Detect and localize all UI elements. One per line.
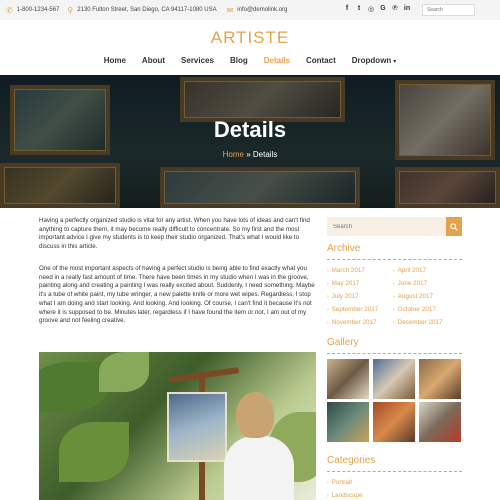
- nav-services[interactable]: Services: [173, 56, 222, 65]
- archive-link-label: December 2017: [397, 319, 443, 326]
- breadcrumb: Home » Details: [0, 150, 500, 159]
- article-paragraph: Having a perfectly organized studio is v…: [39, 217, 310, 251]
- sidebar-search-input[interactable]: [327, 217, 446, 236]
- categories-heading: Categories: [327, 455, 462, 472]
- nav-dropdown[interactable]: Dropdown ▾: [344, 56, 405, 65]
- gallery-thumb[interactable]: [419, 359, 461, 399]
- archive-link-label: September 2017: [331, 306, 379, 313]
- archive-link[interactable]: › November 2017: [327, 319, 376, 326]
- archive-link[interactable]: › April 2017: [393, 267, 426, 274]
- nav-about[interactable]: About: [134, 56, 173, 65]
- archive-link-label: August 2017: [397, 293, 434, 300]
- archive-link-label: October 2017: [397, 306, 436, 313]
- site-logo[interactable]: ARTISTE: [0, 28, 500, 48]
- gallery-thumb[interactable]: [327, 402, 369, 442]
- archive-link[interactable]: › October 2017: [393, 306, 436, 313]
- sidebar-search: [327, 217, 462, 236]
- archive-link[interactable]: › June 2017: [393, 280, 427, 287]
- archive-heading: Archive: [327, 243, 462, 260]
- chevron-right-icon: ›: [327, 280, 329, 287]
- gallery-thumb[interactable]: [373, 402, 415, 442]
- gallery-thumb[interactable]: [373, 359, 415, 399]
- gallery-grid: [327, 359, 462, 442]
- breadcrumb-current: Details: [252, 150, 278, 159]
- chevron-right-icon: ›: [393, 306, 395, 313]
- chevron-right-icon: ›: [327, 492, 329, 499]
- category-link-label: Portrait: [331, 479, 352, 486]
- nav-blog[interactable]: Blog: [222, 56, 256, 65]
- social-links: f t ◎ G ℗ in: [343, 5, 411, 13]
- top-search-input[interactable]: [422, 4, 475, 16]
- archive-link[interactable]: › September 2017: [327, 306, 378, 313]
- page-title: Details: [213, 117, 287, 142]
- chevron-right-icon: ›: [393, 293, 395, 300]
- linkedin-icon[interactable]: in: [403, 5, 411, 13]
- phone-icon: ✆: [6, 5, 13, 15]
- address-text: 2130 Fulton Street, San Diego, CA 94117-…: [77, 7, 217, 13]
- sidebar-search-button[interactable]: [446, 217, 462, 236]
- archive-link-label: June 2017: [397, 280, 428, 287]
- chevron-right-icon: ›: [327, 293, 329, 300]
- archive-link-label: July 2017: [331, 293, 359, 300]
- archive-link[interactable]: › August 2017: [393, 293, 433, 300]
- chevron-right-icon: ›: [327, 319, 329, 326]
- category-link[interactable]: › Portrait: [327, 479, 352, 486]
- article-paragraph: One of the most important aspects of hav…: [39, 265, 315, 325]
- phone-contact[interactable]: ✆ 1-800-1234-567: [6, 6, 59, 15]
- gallery-heading: Gallery: [327, 337, 462, 354]
- instagram-icon[interactable]: ◎: [367, 5, 375, 13]
- archive-link-label: November 2017: [331, 319, 377, 326]
- address-contact: ⚲ 2130 Fulton Street, San Diego, CA 9411…: [67, 6, 216, 15]
- chevron-down-icon: ▾: [393, 59, 397, 65]
- main-nav: Home About Services Blog Details Contact…: [0, 56, 500, 65]
- archive-link[interactable]: › July 2017: [327, 293, 359, 300]
- chevron-right-icon: ›: [393, 267, 395, 274]
- chevron-right-icon: ›: [393, 280, 395, 287]
- category-link[interactable]: › Landscape: [327, 492, 362, 499]
- category-link-label: Landscape: [331, 492, 363, 499]
- breadcrumb-home[interactable]: Home: [223, 150, 244, 159]
- archive-link[interactable]: › March 2017: [327, 267, 365, 274]
- nav-details[interactable]: Details: [256, 56, 298, 65]
- archive-link-label: May 2017: [331, 280, 360, 287]
- archive-link-label: March 2017: [331, 267, 365, 274]
- nav-contact[interactable]: Contact: [298, 56, 344, 65]
- email-text[interactable]: info@demolink.org: [237, 7, 287, 13]
- gallery-thumb[interactable]: [327, 359, 369, 399]
- pinterest-icon[interactable]: ℗: [391, 5, 399, 13]
- gallery-thumb[interactable]: [419, 402, 461, 442]
- archive-link-label: April 2017: [397, 267, 427, 274]
- search-icon: [450, 222, 458, 231]
- archive-link[interactable]: › December 2017: [393, 319, 442, 326]
- nav-home[interactable]: Home: [96, 56, 134, 65]
- twitter-icon[interactable]: t: [355, 5, 363, 13]
- nav-dropdown-label: Dropdown: [351, 56, 392, 65]
- google-icon[interactable]: G: [379, 5, 387, 13]
- archive-link[interactable]: › May 2017: [327, 280, 359, 287]
- phone-text: 1-800-1234-567: [16, 7, 60, 13]
- mail-icon: ✉: [226, 5, 234, 15]
- chevron-right-icon: ›: [327, 267, 329, 274]
- email-contact[interactable]: ✉ info@demolink.org: [227, 6, 288, 15]
- chevron-right-icon: ›: [327, 306, 329, 313]
- top-bar: ✆ 1-800-1234-567 ⚲ 2130 Fulton Street, S…: [0, 0, 500, 20]
- article-image: [39, 352, 316, 500]
- chevron-right-icon: ›: [327, 479, 329, 486]
- chevron-right-icon: ›: [393, 319, 395, 326]
- map-pin-icon: ⚲: [67, 5, 74, 15]
- breadcrumb-separator: »: [246, 150, 251, 159]
- facebook-icon[interactable]: f: [343, 5, 351, 13]
